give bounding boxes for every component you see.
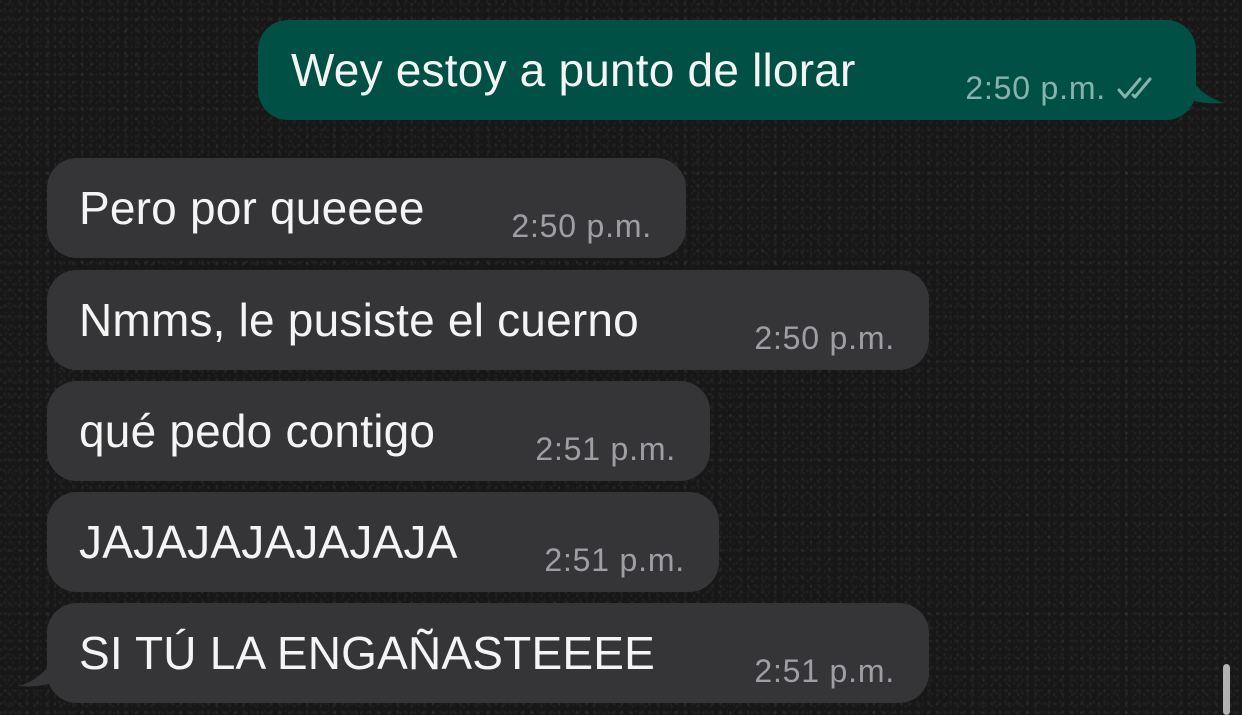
message-text: Wey estoy a punto de llorar [291, 44, 856, 96]
bubble-tail [1188, 74, 1224, 104]
message-time: 2:51 p.m. [544, 542, 685, 578]
message-text: Pero por queeee [79, 182, 425, 234]
message-text: qué pedo contigo [79, 405, 436, 457]
bubble-tail [19, 657, 55, 687]
message-text: JAJAJAJAJAJAJA [79, 516, 458, 568]
incoming-message[interactable]: Nmms, le pusiste el cuerno 2:50 p.m. [47, 270, 929, 370]
message-meta: 2:51 p.m. [544, 544, 685, 576]
scrollbar[interactable] [1223, 664, 1230, 715]
message-time: 2:50 p.m. [511, 208, 652, 244]
double-check-icon [1116, 75, 1162, 101]
incoming-message[interactable]: qué pedo contigo 2:51 p.m. [47, 381, 710, 481]
message-time: 2:51 p.m. [535, 431, 676, 467]
message-meta: 2:51 p.m. [535, 433, 676, 465]
message-meta: 2:50 p.m. [511, 210, 652, 242]
message-text: SI TÚ LA ENGAÑASTEEEE [79, 627, 655, 679]
message-meta: 2:50 p.m. [754, 322, 895, 354]
message-time: 2:50 p.m. [754, 320, 895, 356]
incoming-message[interactable]: SI TÚ LA ENGAÑASTEEEE 2:51 p.m. [19, 603, 929, 703]
incoming-message[interactable]: JAJAJAJAJAJAJA 2:51 p.m. [47, 492, 719, 592]
incoming-message[interactable]: Pero por queeee 2:50 p.m. [47, 158, 686, 258]
chat-thread: Wey estoy a punto de llorar 2:50 p.m. Pe… [0, 0, 1242, 715]
message-meta: 2:50 p.m. [965, 72, 1162, 104]
outgoing-message[interactable]: Wey estoy a punto de llorar 2:50 p.m. [258, 20, 1224, 120]
message-text: Nmms, le pusiste el cuerno [79, 294, 639, 346]
message-time: 2:50 p.m. [965, 70, 1106, 106]
message-time: 2:51 p.m. [754, 653, 895, 689]
message-meta: 2:51 p.m. [754, 655, 895, 687]
